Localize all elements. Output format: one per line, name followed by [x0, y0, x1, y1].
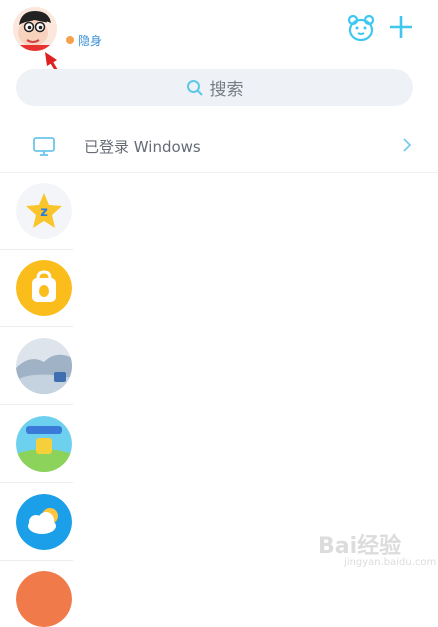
- separator: [0, 482, 73, 483]
- app-icon: [16, 571, 72, 627]
- app-qq-shop[interactable]: [16, 260, 72, 316]
- svg-text:z: z: [40, 205, 48, 220]
- watermark: Bai经验: [318, 534, 402, 559]
- separator: [0, 326, 73, 327]
- divider: [0, 172, 438, 173]
- qzone-star-icon: z: [16, 183, 72, 239]
- watermark-url: jingyan.baidu.com: [344, 557, 437, 568]
- app-landscape[interactable]: [16, 338, 72, 394]
- separator: [0, 560, 73, 561]
- plus-icon: [390, 16, 412, 38]
- landscape-app-icon: [16, 338, 72, 394]
- separator: [0, 404, 73, 405]
- app-weather[interactable]: [16, 494, 72, 550]
- qq-shop-bag-icon: [16, 260, 72, 316]
- logged-in-windows-row[interactable]: 已登录 Windows: [0, 124, 438, 168]
- bear-button[interactable]: [346, 13, 376, 43]
- weather-cloud-icon: [16, 494, 72, 550]
- status-text[interactable]: 隐身: [78, 32, 102, 49]
- app-qzone[interactable]: z: [16, 183, 72, 239]
- app-game[interactable]: [16, 416, 72, 472]
- status-dot: [66, 36, 74, 44]
- monitor-icon: [33, 137, 55, 156]
- search-icon: [186, 79, 203, 96]
- search-placeholder: 搜索: [209, 80, 244, 100]
- cartoon-avatar-icon: [13, 7, 57, 51]
- search-bar[interactable]: 搜索: [16, 69, 413, 106]
- separator: [0, 249, 73, 250]
- chevron-right-icon: [403, 138, 412, 152]
- user-avatar[interactable]: [13, 7, 57, 51]
- game-app-icon: [16, 416, 72, 472]
- logged-in-label: 已登录 Windows: [84, 138, 201, 156]
- bear-face-icon: [347, 14, 375, 42]
- app-partial[interactable]: [16, 571, 72, 627]
- add-button[interactable]: [386, 12, 416, 42]
